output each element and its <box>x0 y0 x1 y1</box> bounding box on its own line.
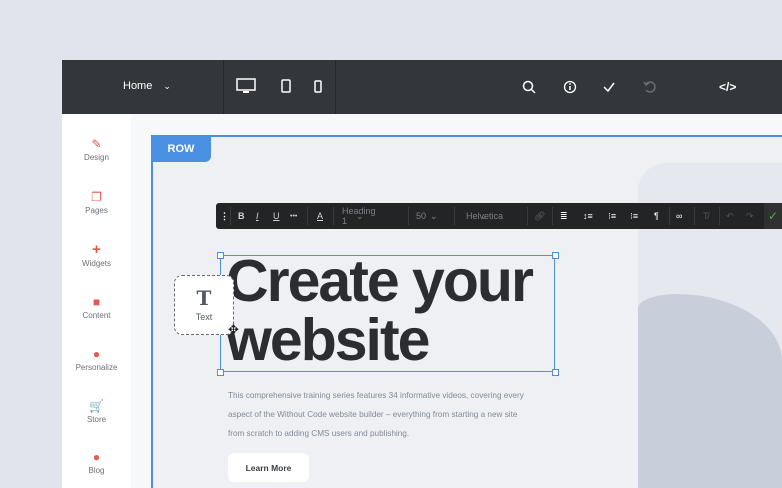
folder-icon: ■ <box>92 295 101 309</box>
text-widget-icon: T <box>196 286 212 310</box>
pages-icon: ❐ <box>91 190 102 204</box>
redo-icon[interactable]: ↷ <box>746 203 754 229</box>
sidebar-item-content[interactable]: ■ Content <box>62 296 131 320</box>
text-widget-label: Text <box>195 312 213 322</box>
chevron-down-icon: ⌄ <box>430 210 438 221</box>
underline-button[interactable]: U <box>273 203 280 229</box>
selection-box <box>220 255 555 372</box>
align-center-icon[interactable]: ≣ <box>560 203 568 229</box>
line-height-icon[interactable]: ↕≡ <box>583 203 593 229</box>
chevron-down-icon: ⌄ <box>356 210 364 221</box>
mobile-icon[interactable] <box>314 80 322 93</box>
check-icon[interactable] <box>602 80 616 94</box>
resize-handle[interactable] <box>552 369 559 376</box>
move-cursor-icon: ✥ <box>228 322 239 337</box>
page-selector[interactable]: Home ⌄ <box>123 80 171 92</box>
sidebar-item-widgets[interactable]: + Widgets <box>62 241 131 268</box>
text-toolbar: ⋮ B I U ••• A Heading 1 ⌄ 50 ⌄ Helvetica ⌄ … <box>216 203 782 229</box>
size-value: 50 <box>416 211 427 221</box>
link-icon[interactable]: 🔗︎ <box>534 203 545 229</box>
confirm-check-icon[interactable]: ✓ <box>764 203 782 229</box>
search-icon[interactable] <box>522 80 536 94</box>
sidebar-item-pages[interactable]: ❐ Pages <box>62 191 131 215</box>
sidebar-item-label: Content <box>82 311 111 320</box>
decorative-shape <box>638 294 782 488</box>
row-tag[interactable]: ROW <box>151 135 211 162</box>
chevron-down-icon: ⌄ <box>480 210 488 221</box>
undo-icon[interactable]: ↶ <box>726 203 734 229</box>
page-name: Home <box>123 80 153 92</box>
sidebar-item-personalize[interactable]: ● Personalize <box>62 348 131 372</box>
sidebar-item-label: Store <box>86 415 107 424</box>
plus-icon: + <box>92 241 101 258</box>
sidebar-item-label: Personalize <box>75 363 118 372</box>
drag-handle-icon[interactable]: ⋮ <box>220 203 229 229</box>
sidebar-item-label: Design <box>84 153 109 162</box>
italic-button[interactable]: I <box>256 203 259 229</box>
text-widget-drag[interactable]: T Text <box>174 275 234 335</box>
sidebar-item-blog[interactable]: ● Blog <box>62 451 131 475</box>
desktop-icon[interactable] <box>236 78 256 94</box>
info-icon[interactable] <box>563 80 577 94</box>
resize-handle[interactable] <box>217 252 224 259</box>
pencil-icon: ✎ <box>91 137 102 151</box>
sidebar-item-label: Blog <box>88 466 105 475</box>
user-icon: ● <box>92 347 101 361</box>
sidebar-item-label: Pages <box>85 206 108 215</box>
bold-button[interactable]: B <box>238 203 245 229</box>
resize-handle[interactable] <box>552 252 559 259</box>
sidebar: ✎ Design ❐ Pages + Widgets ■ Content ● Person… <box>62 114 131 488</box>
page-selector-section: Home ⌄ <box>62 60 224 114</box>
tablet-icon[interactable] <box>281 79 291 93</box>
cart-icon: 🛒 <box>89 399 104 413</box>
top-bar: Home ⌄ </> <box>62 60 782 114</box>
chevron-down-icon: ⌄ <box>163 81 171 91</box>
learn-more-button[interactable]: Learn More <box>228 453 309 482</box>
numbered-list-icon[interactable]: ⁝≡ <box>630 203 638 229</box>
bullet-list-icon[interactable]: ⁝≡ <box>608 203 616 229</box>
sidebar-item-store[interactable]: 🛒 Store <box>62 400 131 424</box>
unlink-icon[interactable]: ∞ <box>676 203 682 229</box>
text-color-button[interactable]: A <box>317 203 323 229</box>
device-section <box>224 60 336 114</box>
more-button[interactable]: ••• <box>290 203 297 229</box>
bubble-icon: ● <box>92 450 101 464</box>
clear-format-icon[interactable]: T̸ <box>703 203 709 229</box>
code-icon[interactable]: </> <box>719 80 736 94</box>
sidebar-item-label: Widgets <box>82 259 111 268</box>
resize-handle[interactable] <box>217 369 224 376</box>
sidebar-item-design[interactable]: ✎ Design <box>62 138 131 162</box>
undo-icon[interactable] <box>642 80 656 94</box>
description: This comprehensive training series featu… <box>228 391 524 438</box>
paragraph-icon[interactable]: ¶ <box>654 203 659 229</box>
